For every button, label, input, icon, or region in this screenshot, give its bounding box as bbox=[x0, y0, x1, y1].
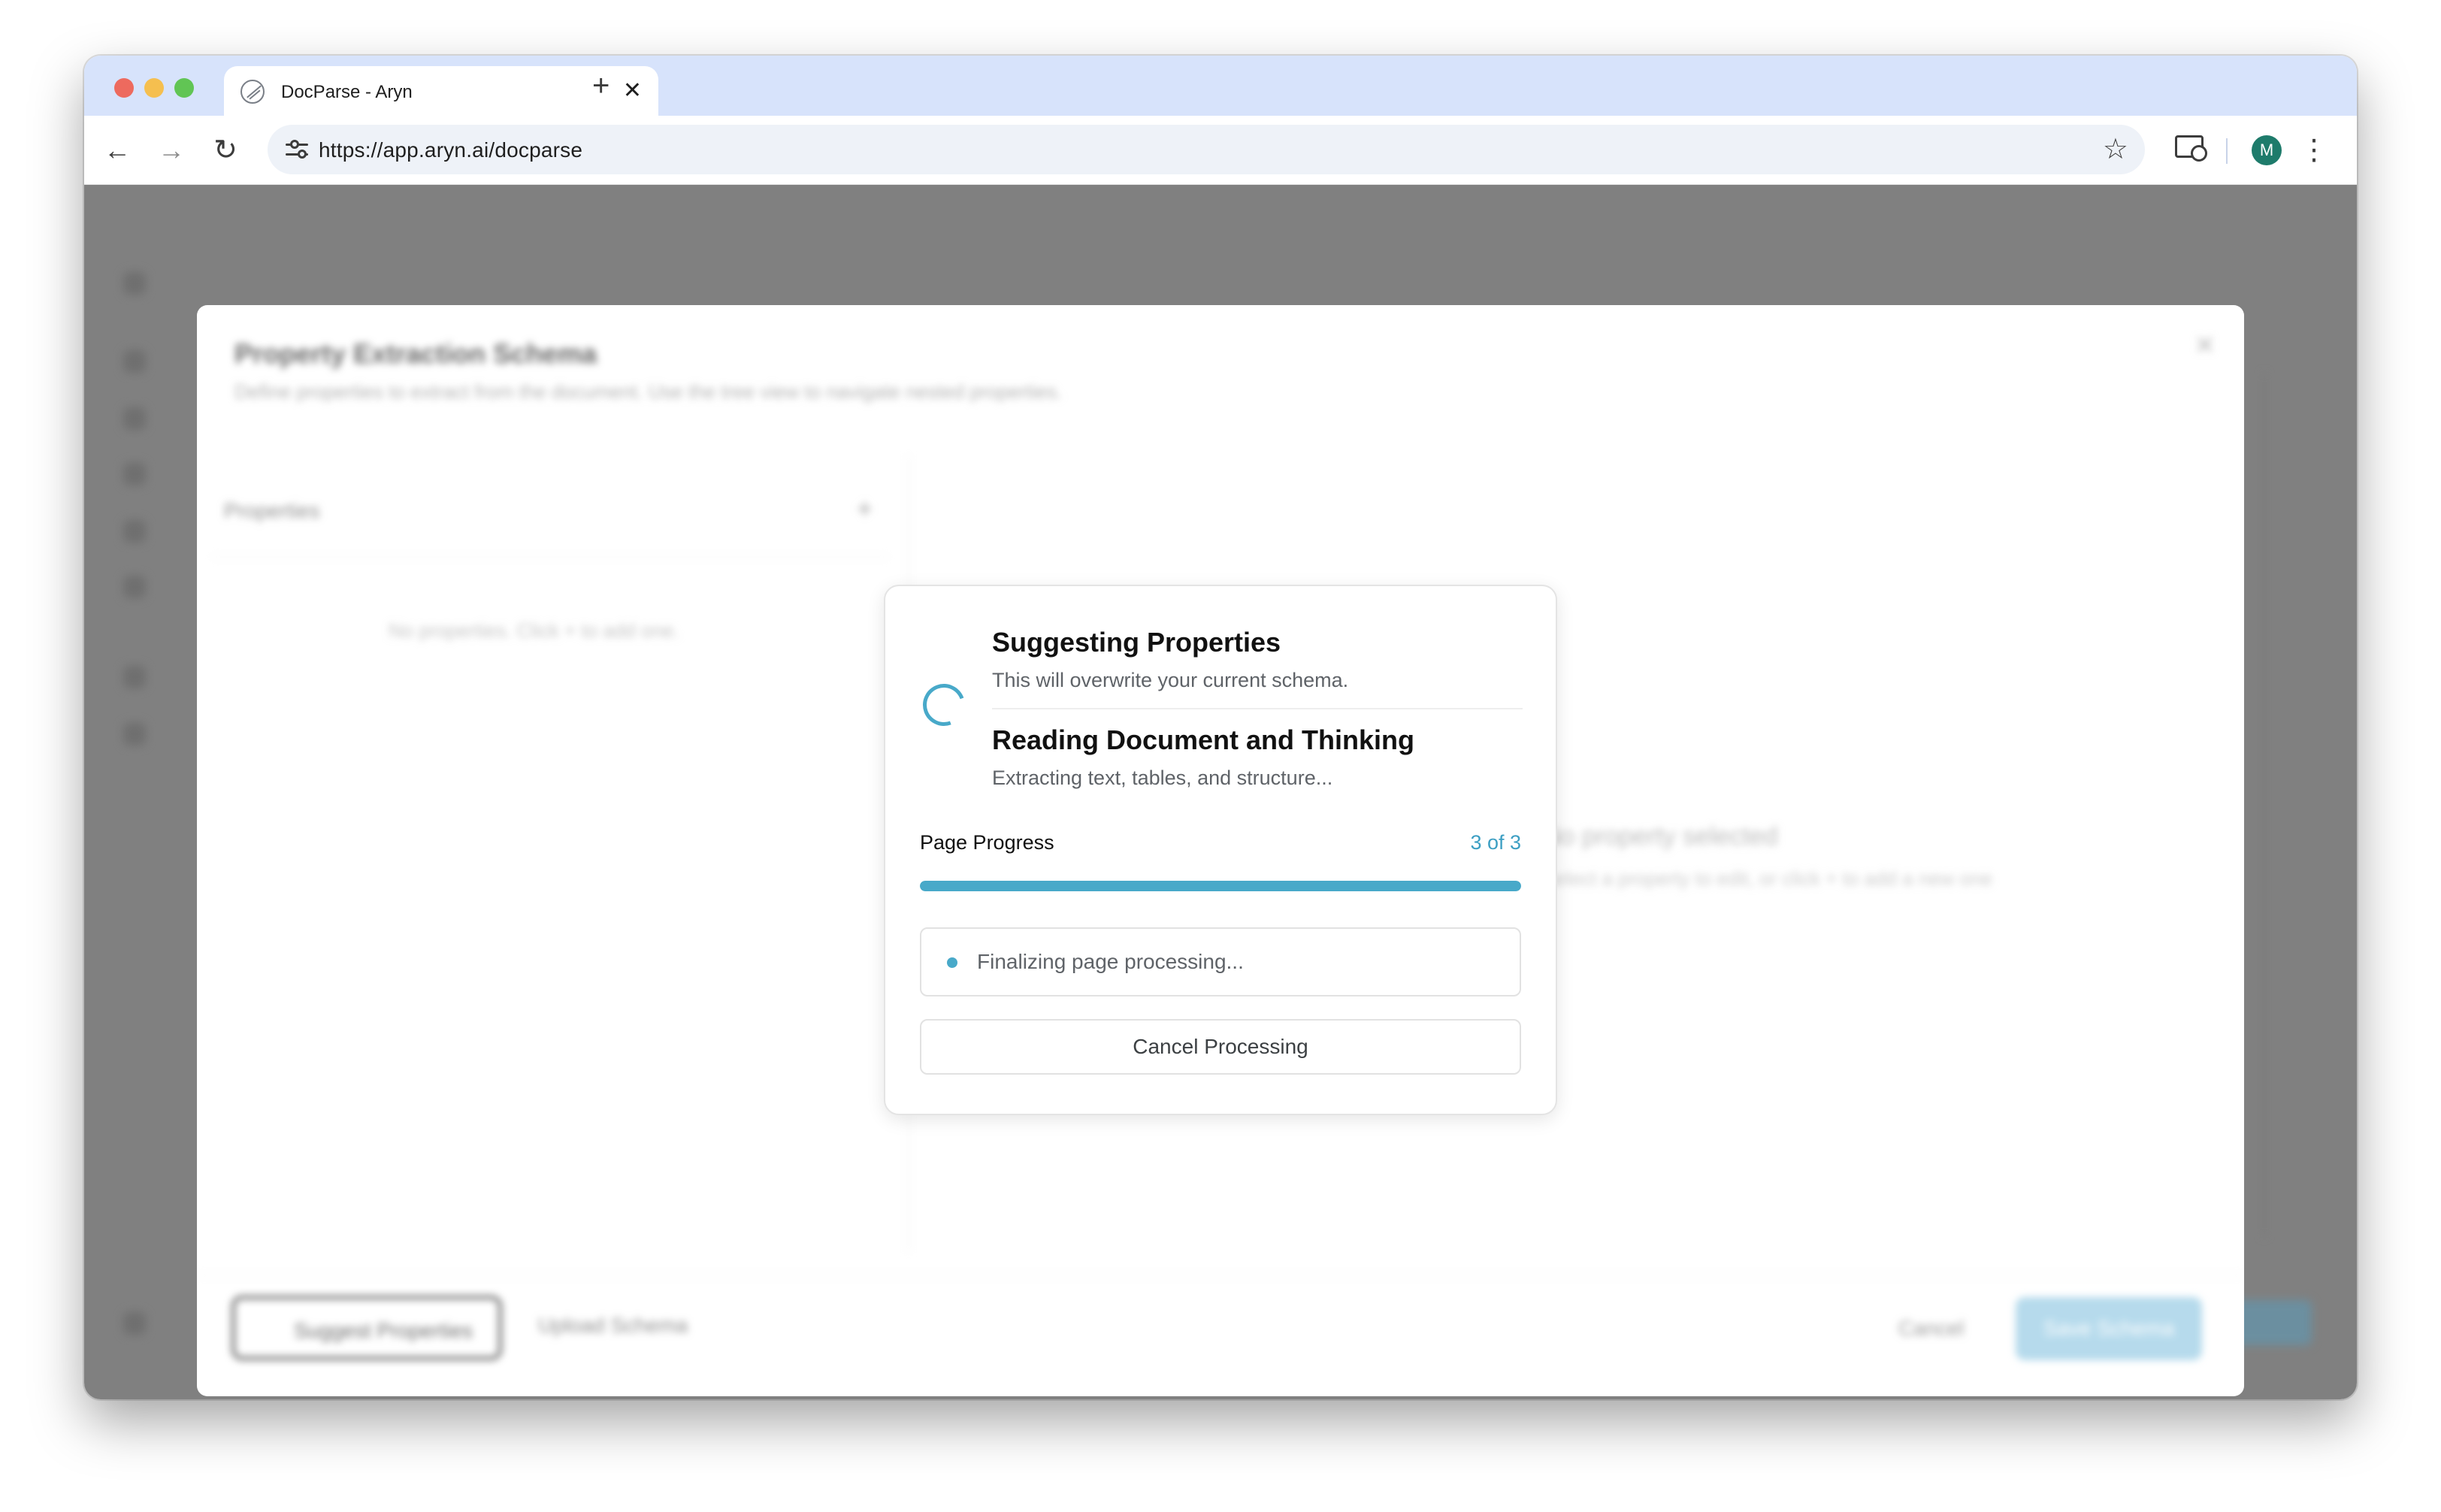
kebab-menu-icon[interactable]: ⋮ bbox=[2300, 134, 2328, 167]
progress-label: Page Progress bbox=[920, 831, 1054, 854]
minimize-window-button[interactable] bbox=[144, 78, 164, 98]
browser-toolbar: ← → ↻ https://app.aryn.ai/docparse ☆ M ⋮ bbox=[84, 116, 2357, 185]
url-text[interactable]: https://app.aryn.ai/docparse bbox=[319, 138, 582, 162]
page-content: Property Extraction Schema Define proper… bbox=[84, 185, 2357, 1399]
progress-bar-fill bbox=[920, 881, 1521, 891]
modal-subtitle: This will overwrite your current schema. bbox=[992, 669, 1349, 691]
modal-separator bbox=[992, 708, 1523, 709]
step-title: Reading Document and Thinking bbox=[992, 724, 1415, 755]
site-settings-icon[interactable] bbox=[286, 137, 311, 162]
maximize-window-button[interactable] bbox=[174, 78, 194, 98]
toolbar-divider bbox=[2226, 138, 2228, 164]
tab-strip: DocParse - Aryn ✕ + bbox=[84, 56, 2357, 116]
star-icon[interactable]: ☆ bbox=[2103, 132, 2128, 167]
step-subtitle: Extracting text, tables, and structure..… bbox=[992, 767, 1333, 789]
loading-spinner-icon bbox=[915, 676, 972, 733]
bg-sidebar-icon bbox=[123, 723, 146, 745]
bg-sidebar-icon bbox=[123, 463, 146, 485]
bg-right-panel bbox=[2264, 373, 2312, 1237]
reload-icon[interactable]: ↻ bbox=[207, 132, 243, 168]
bg-sidebar-icon bbox=[123, 666, 146, 688]
tab-title: DocParse - Aryn bbox=[281, 82, 413, 102]
status-box: Finalizing page processing... bbox=[920, 927, 1521, 996]
bg-sidebar-icon bbox=[123, 520, 146, 543]
bg-sidebar-icon bbox=[123, 407, 146, 430]
progress-bar bbox=[920, 881, 1521, 891]
forward-arrow-icon[interactable]: → bbox=[153, 132, 189, 168]
close-window-button[interactable] bbox=[114, 78, 134, 98]
profile-avatar[interactable]: M bbox=[2252, 135, 2282, 165]
status-text: Finalizing page processing... bbox=[977, 950, 1244, 973]
cancel-processing-button[interactable]: Cancel Processing bbox=[920, 1019, 1521, 1075]
back-arrow-icon[interactable]: ← bbox=[99, 132, 135, 168]
bg-sidebar-icon bbox=[123, 350, 146, 373]
new-tab-button[interactable]: + bbox=[592, 71, 609, 101]
progress-count: 3 of 3 bbox=[1470, 831, 1521, 854]
status-dot-icon bbox=[947, 957, 957, 968]
browser-window: DocParse - Aryn ✕ + ← → ↻ https://app.ar… bbox=[84, 56, 2357, 1399]
address-bar[interactable]: https://app.aryn.ai/docparse ☆ bbox=[268, 125, 2145, 174]
processing-modal: Suggesting Properties This will overwrit… bbox=[884, 585, 1557, 1115]
tab-close-icon[interactable]: ✕ bbox=[623, 77, 642, 104]
cast-icon[interactable] bbox=[2175, 135, 2207, 162]
bg-sidebar-icon bbox=[123, 1312, 146, 1335]
bg-sidebar-icon bbox=[123, 272, 146, 295]
modal-title: Suggesting Properties bbox=[992, 627, 1281, 658]
bg-sidebar-icon bbox=[123, 576, 146, 598]
aryn-favicon-icon bbox=[240, 80, 265, 104]
